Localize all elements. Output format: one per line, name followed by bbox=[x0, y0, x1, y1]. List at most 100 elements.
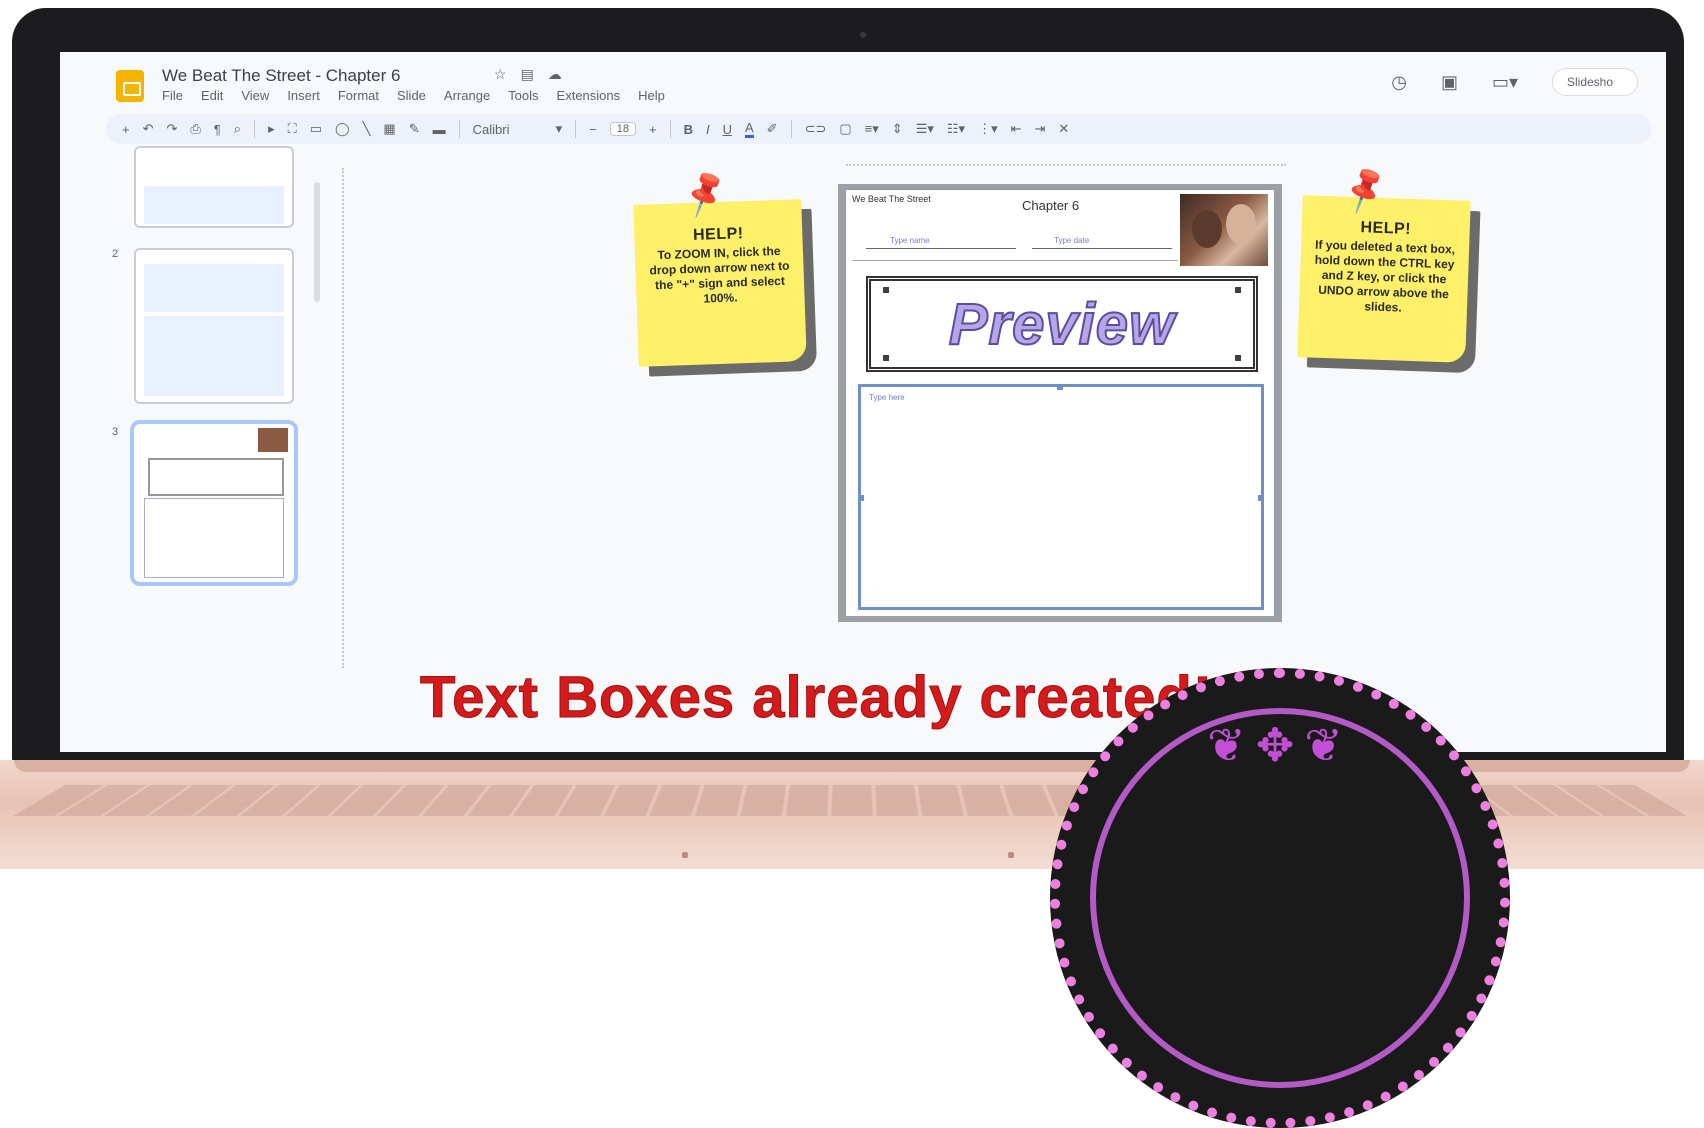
print-icon[interactable]: ⎙ bbox=[190, 121, 200, 137]
slide-thumbnail-3-selected[interactable] bbox=[130, 420, 298, 586]
cover-photo bbox=[1180, 194, 1268, 266]
border-weight-icon[interactable]: ▬ bbox=[433, 122, 446, 137]
line-icon[interactable]: ╲ bbox=[363, 121, 371, 137]
link-icon[interactable]: ⊂⊃ bbox=[805, 121, 827, 137]
italic-icon[interactable]: I bbox=[706, 122, 710, 137]
answer-textbox[interactable]: Type here bbox=[858, 384, 1264, 610]
name-line bbox=[866, 248, 1016, 249]
help-note-undo: HELP! If you deleted a text box, hold do… bbox=[1297, 195, 1471, 363]
zoom-icon[interactable]: ⌕ bbox=[234, 121, 241, 137]
resize-handle[interactable] bbox=[858, 495, 864, 501]
align-icon[interactable]: ≡▾ bbox=[865, 121, 879, 137]
horizontal-ruler bbox=[846, 164, 1286, 168]
frame-icon[interactable]: ⛶ bbox=[288, 121, 297, 137]
slide-thumbnail-2[interactable] bbox=[134, 248, 294, 404]
slideshow-button[interactable]: Slidesho bbox=[1552, 68, 1638, 96]
chapter-heading: Chapter 6 bbox=[1022, 198, 1080, 213]
menu-view[interactable]: View bbox=[241, 88, 269, 103]
cloud-status-icon[interactable]: ☁ bbox=[548, 66, 576, 82]
slide-canvas[interactable]: We Beat The Street Chapter 6 Type name T… bbox=[838, 184, 1282, 622]
font-select[interactable]: Calibri bbox=[473, 122, 543, 137]
border-color-icon[interactable]: ✎ bbox=[409, 121, 420, 137]
comment-icon[interactable]: ▣ bbox=[1441, 72, 1458, 93]
menu-insert[interactable]: Insert bbox=[287, 88, 320, 103]
font-size-input[interactable]: 18 bbox=[609, 122, 636, 136]
menu-edit[interactable]: Edit bbox=[201, 88, 223, 103]
text-color-icon[interactable]: A bbox=[744, 120, 754, 138]
vertical-ruler bbox=[342, 168, 346, 668]
resize-handle[interactable] bbox=[883, 287, 889, 293]
clear-format-icon[interactable]: ✕ bbox=[1058, 121, 1069, 137]
undo-icon[interactable]: ↶ bbox=[143, 121, 154, 137]
thumbnail-photo bbox=[258, 428, 288, 452]
new-slide-icon[interactable]: + bbox=[122, 122, 130, 137]
resize-handle[interactable] bbox=[1057, 384, 1063, 390]
toolbar: + ↶ ↷ ⎙ ¶ ⌕ ▸ ⛶ ▭ ◯ ╲ ▦ ✎ ▬ Calibri ▾ − … bbox=[106, 114, 1652, 144]
menu-slide[interactable]: Slide bbox=[397, 88, 426, 103]
thumbnail-preview-box bbox=[148, 458, 284, 496]
menu-tools[interactable]: Tools bbox=[508, 88, 538, 103]
camera-icon[interactable]: ▭▾ bbox=[1492, 72, 1518, 93]
textbox-placeholder: Type here bbox=[869, 393, 905, 402]
menu-format[interactable]: Format bbox=[338, 88, 379, 103]
history-icon[interactable]: ◷ bbox=[1391, 72, 1407, 93]
worksheet-page: We Beat The Street Chapter 6 Type name T… bbox=[846, 190, 1274, 616]
paint-format-icon[interactable]: ¶ bbox=[214, 122, 221, 137]
instructions-line bbox=[852, 260, 1178, 261]
menu-arrange[interactable]: Arrange bbox=[444, 88, 490, 103]
photo-face bbox=[1226, 204, 1256, 244]
thumbnail-textbox bbox=[144, 498, 284, 578]
select-icon[interactable]: ▸ bbox=[268, 121, 275, 137]
menu-file[interactable]: File bbox=[162, 88, 183, 103]
preview-textbox[interactable]: Preview bbox=[866, 276, 1258, 372]
underline-icon[interactable]: U bbox=[723, 122, 732, 137]
photo-face bbox=[1192, 210, 1222, 248]
resize-handle[interactable] bbox=[883, 355, 889, 361]
worksheet-label: We Beat The Street bbox=[852, 194, 931, 204]
help-note-zoom: HELP! To ZOOM IN, click the drop down ar… bbox=[633, 199, 807, 367]
line-spacing-icon[interactable]: ⇕ bbox=[892, 121, 903, 137]
date-field[interactable]: Type date bbox=[1054, 236, 1089, 245]
image-icon[interactable]: ▭ bbox=[310, 121, 322, 137]
indent-increase-icon[interactable]: ⇥ bbox=[1035, 121, 1046, 137]
note-body: To ZOOM IN, click the drop down arrow ne… bbox=[649, 243, 790, 306]
note-body: If you deleted a text box, hold down the… bbox=[1314, 237, 1456, 315]
base-foot bbox=[1008, 852, 1014, 858]
header-actions: ◷ ▣ ▭▾ Slidesho bbox=[1391, 68, 1638, 96]
chevron-down-icon[interactable]: ▾ bbox=[556, 121, 563, 137]
resize-handle[interactable] bbox=[1258, 495, 1264, 501]
highlight-icon[interactable]: ✐ bbox=[767, 121, 778, 137]
menu-extensions[interactable]: Extensions bbox=[557, 88, 621, 103]
decrease-size-icon[interactable]: − bbox=[589, 122, 597, 137]
checklist-icon[interactable]: ☰▾ bbox=[916, 121, 934, 137]
menu-help[interactable]: Help bbox=[638, 88, 665, 103]
name-field[interactable]: Type name bbox=[890, 236, 930, 245]
document-title[interactable]: We Beat The Street - Chapter 6 bbox=[162, 66, 400, 86]
laptop-frame: We Beat The Street - Chapter 6 ☆▤☁ File … bbox=[12, 8, 1684, 768]
slides-logo-icon[interactable] bbox=[116, 70, 144, 102]
bulleted-list-icon[interactable]: ☷▾ bbox=[947, 121, 965, 137]
fill-color-icon[interactable]: ▦ bbox=[383, 121, 395, 137]
indent-decrease-icon[interactable]: ⇤ bbox=[1011, 121, 1022, 137]
insert-comment-icon[interactable]: ▢ bbox=[839, 121, 851, 137]
title-icons[interactable]: ☆▤☁ bbox=[494, 66, 576, 83]
menu-bar: File Edit View Insert Format Slide Arran… bbox=[162, 88, 665, 103]
move-folder-icon[interactable]: ▤ bbox=[521, 66, 548, 82]
filmstrip-scrollbar[interactable] bbox=[314, 182, 320, 302]
bold-icon[interactable]: B bbox=[684, 122, 693, 137]
slide-thumbnail-1[interactable] bbox=[134, 146, 294, 228]
base-foot bbox=[682, 852, 688, 858]
numbered-list-icon[interactable]: ⋮▾ bbox=[978, 121, 998, 137]
resize-handle[interactable] bbox=[1235, 287, 1241, 293]
redo-icon[interactable]: ↷ bbox=[167, 121, 178, 137]
toolbar-divider bbox=[458, 120, 460, 138]
decorative-badge: ❦✥❦ bbox=[1050, 668, 1510, 1128]
resize-handle[interactable] bbox=[1235, 355, 1241, 361]
increase-size-icon[interactable]: + bbox=[649, 122, 657, 137]
toolbar-divider bbox=[254, 120, 256, 138]
shape-icon[interactable]: ◯ bbox=[335, 121, 350, 137]
slide-number: 3 bbox=[112, 426, 119, 438]
date-line bbox=[1032, 248, 1172, 249]
star-icon[interactable]: ☆ bbox=[494, 66, 521, 82]
toolbar-divider bbox=[575, 120, 577, 138]
